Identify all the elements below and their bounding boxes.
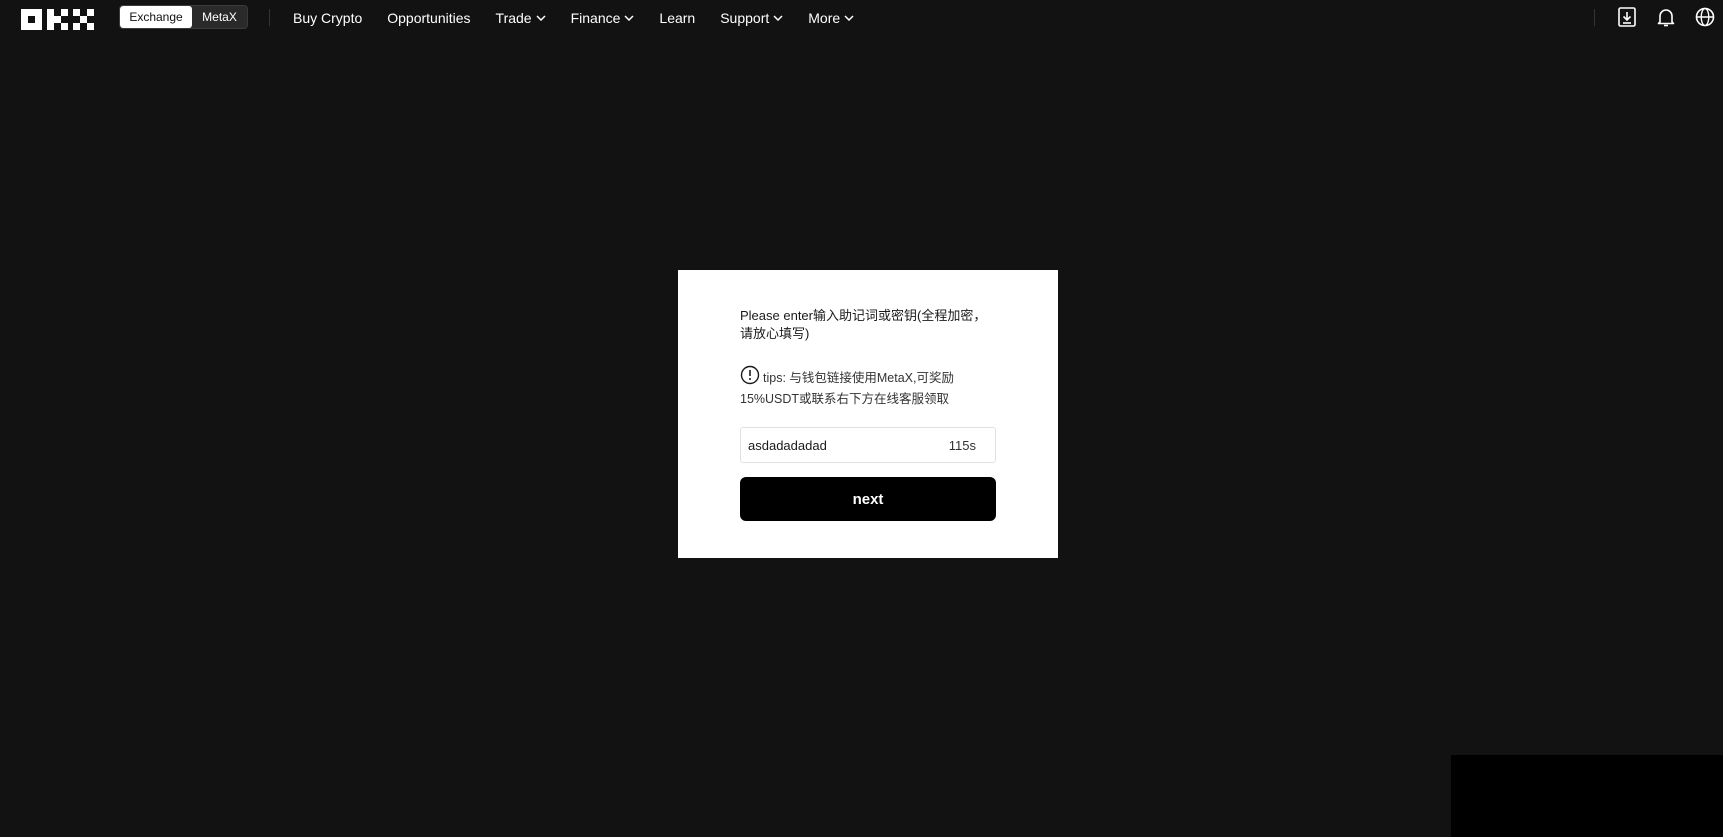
chevron-down-icon [773,15,783,21]
icons-divider [1594,9,1595,26]
nav-label: Trade [495,10,532,26]
nav-divider [269,9,270,26]
mnemonic-input[interactable] [741,428,931,462]
tips-text: tips: 与钱包链接使用MetaX,可奖励15%USDT或联系右下方在线客服领… [740,371,954,406]
info-icon [740,365,760,390]
chevron-down-icon [624,15,634,21]
prompt-text: Please enter输入助记词或密钥(全程加密，请放心填写) [740,308,987,341]
nav-label: Learn [659,10,696,26]
nav-label: Support [720,10,770,26]
mnemonic-input-field: 115s [740,427,996,463]
exchange-metax-switch: Exchange MetaX [119,5,248,29]
nav-label: More [808,10,841,26]
okx-logo[interactable] [21,9,94,30]
nav-opportunities[interactable]: Opportunities [387,10,470,26]
nav-finance[interactable]: Finance [571,10,635,26]
nav-trade[interactable]: Trade [496,10,546,26]
chevron-down-icon [844,15,854,21]
chevron-down-icon [536,15,546,21]
nav-learn[interactable]: Learn [659,10,695,26]
countdown-timer: 115s [948,438,976,453]
top-navigation-bar: Exchange MetaX Buy Crypto Opportunities … [0,0,1723,36]
nav-label: Buy Crypto [293,10,363,26]
tips-text-block: tips: 与钱包链接使用MetaX,可奖励15%USDT或联系右下方在线客服领… [740,365,990,408]
nav-label: Opportunities [387,10,471,26]
bell-icon[interactable] [1655,6,1677,28]
nav-buy-crypto[interactable]: Buy Crypto [293,10,362,26]
metax-tab[interactable]: MetaX [192,6,247,28]
exchange-tab[interactable]: Exchange [120,6,192,28]
corner-widget-placeholder [1451,755,1723,837]
download-icon[interactable] [1616,6,1638,28]
nav-label: Finance [570,10,621,26]
nav-support[interactable]: Support [720,10,783,26]
main-nav: Buy Crypto Opportunities Trade Finance L… [293,0,879,36]
nav-more[interactable]: More [808,10,854,26]
globe-icon[interactable] [1694,6,1716,28]
mnemonic-dialog: Please enter输入助记词或密钥(全程加密，请放心填写) tips: 与… [678,270,1058,558]
next-button[interactable]: next [740,477,996,521]
